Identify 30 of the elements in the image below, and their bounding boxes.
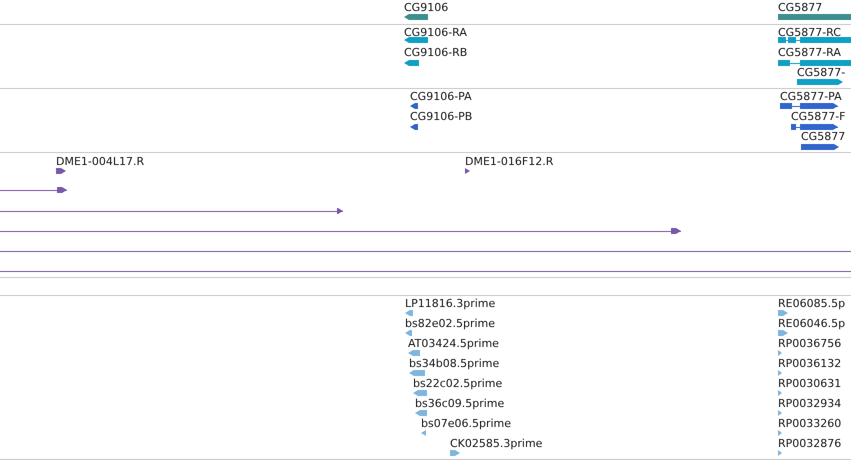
feature-label: RE06046.5p xyxy=(778,317,846,330)
feature-label: CG5877-PA xyxy=(780,90,842,103)
feature-label: AT03424.5prime xyxy=(408,337,499,350)
feature-label: CG5877-F xyxy=(791,110,846,123)
feature-label: bs82e02.5prime xyxy=(405,317,496,330)
feature-label: bs34b08.5prime xyxy=(409,357,500,370)
feature-label: CG5877 xyxy=(778,1,822,14)
feature-label: DME1-004L17.R xyxy=(56,155,144,168)
feature-label: CG5877- xyxy=(797,66,846,79)
feature-label: RP0036756 xyxy=(778,337,842,350)
feature-label: bs22c02.5prime xyxy=(413,377,502,390)
feature-label: RP0032934 xyxy=(778,397,842,410)
feature-label: CG9106-PB xyxy=(410,110,472,123)
feature-label: RP0033260 xyxy=(778,417,842,430)
feature-label: RP0036132 xyxy=(778,357,842,370)
feature-label: CG5877 xyxy=(801,130,846,143)
feature-label: DME1-016F12.R xyxy=(465,155,554,168)
feature-label: CG9106-RA xyxy=(404,26,467,39)
feature-label: RP0032876 xyxy=(778,437,842,450)
feature-label: RP0030631 xyxy=(778,377,842,390)
feature-label: LP11816.3prime xyxy=(405,297,496,310)
feature-label: RE06085.5p xyxy=(778,297,846,310)
feature-label: CG9106 xyxy=(404,1,448,14)
feature-label: bs07e06.5prime xyxy=(421,417,512,430)
feature-label: bs36c09.5prime xyxy=(415,397,504,410)
feature-label: CG9106-RB xyxy=(404,46,468,59)
feature-label: CG9106-PA xyxy=(410,90,472,103)
feature-label: CG5877-RA xyxy=(778,46,841,59)
feature-label: CG5877-RC xyxy=(778,26,841,39)
feature-label: CK02585.3prime xyxy=(450,437,542,450)
